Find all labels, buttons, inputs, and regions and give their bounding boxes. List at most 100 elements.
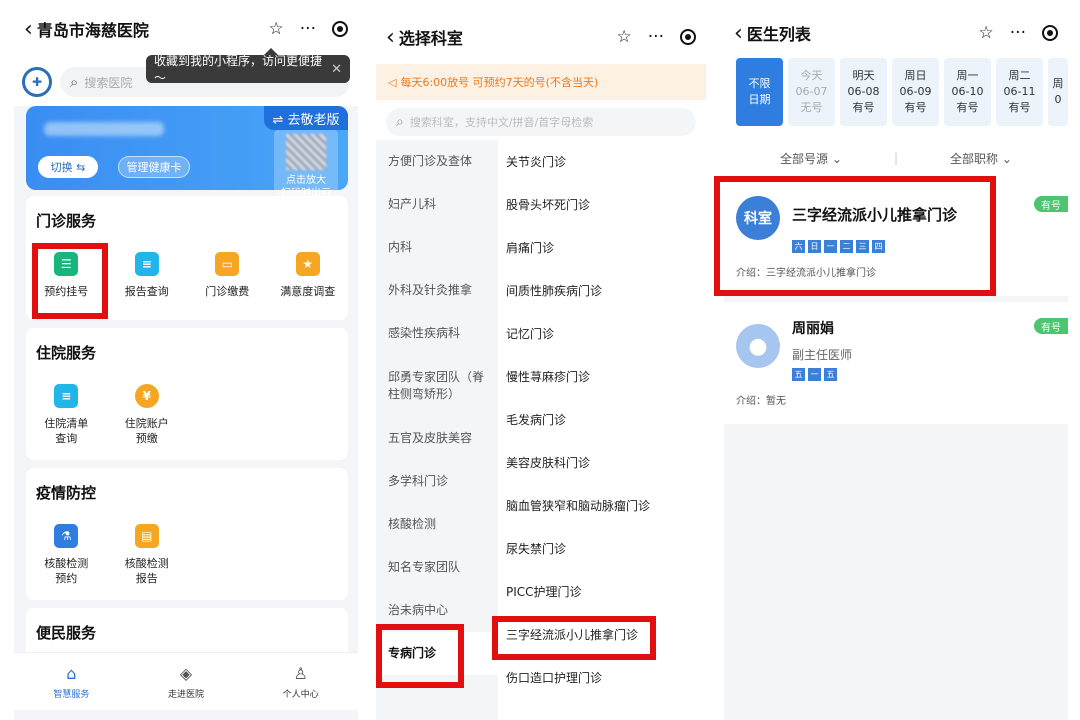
star-icon[interactable]: ☆ — [617, 27, 632, 47]
inpatient-list-button[interactable]: ≡ 住院清单 查询 — [26, 384, 107, 446]
date-line: 周日 — [904, 69, 927, 82]
close-miniprogram-icon[interactable] — [680, 29, 696, 45]
source-filter[interactable]: 全部号源 ⌄ — [780, 150, 842, 167]
section-title: 疫情防控 — [36, 484, 97, 502]
doctor-card[interactable]: 科室 三字经流派小儿推拿门诊 六 日 一 二 三 四 介绍：三字经流派小儿推拿门… — [724, 178, 1068, 302]
favorite-tooltip: 收藏到我的小程序，访问更便捷～ ✕ — [146, 48, 350, 85]
section-title: 便民服务 — [36, 624, 97, 642]
category-item[interactable]: 外科及针灸推拿 — [376, 269, 498, 312]
tooltip-text: 收藏到我的小程序，访问更便捷～ — [154, 54, 323, 85]
bottom-tab-bar: ⌂ 智慧服务 ◈ 走进医院 ♙ 个人中心 — [14, 652, 358, 710]
service-label: 核酸检测 预约 — [44, 557, 89, 585]
date-line: 06-09 — [899, 85, 932, 98]
qr-image — [286, 134, 326, 170]
page-title: 选择科室 — [398, 29, 463, 48]
category-item[interactable]: 知名专家团队 — [376, 546, 498, 589]
service-label: 报告查询 — [124, 285, 169, 298]
clinic-item[interactable]: 伤口造口护理门诊 — [498, 656, 706, 699]
clinic-item[interactable]: 毛发病门诊 — [498, 398, 706, 441]
category-item-selected[interactable]: 专病门诊 — [376, 632, 498, 675]
clinic-item[interactable]: 美容皮肤科门诊 — [498, 441, 706, 484]
tab-label: 智慧服务 — [53, 689, 90, 700]
tab-hospital[interactable]: ◈ 走进医院 — [129, 653, 244, 710]
doctor-intro: 介绍：三字经流派小儿推拿门诊 — [736, 268, 876, 279]
star-icon[interactable]: ☆ — [269, 19, 284, 39]
date-item[interactable]: 今天 06-07 无号 — [788, 58, 835, 126]
clinic-item-selected[interactable]: 三字经流派小儿推拿门诊 — [498, 613, 706, 656]
day-badge: 一 — [824, 240, 837, 253]
category-item[interactable]: 内科 — [376, 226, 498, 269]
category-item[interactable]: 感染性疾病科 — [376, 312, 498, 355]
doctor-card[interactable]: ● 周丽娟 副主任医师 五 一 五 介绍：暂无 有号 — [724, 306, 1068, 424]
elder-version-button[interactable]: ⇌ 去敬老版 — [264, 106, 348, 130]
department-search-input[interactable]: ⌕ 搜索科室，支持中文/拼音/首字母检索 — [386, 108, 696, 136]
header: ‹ 医生列表 ☆ ··· — [724, 4, 1068, 62]
day-badge: 五 — [824, 368, 837, 381]
date-item-partial[interactable]: 周0 — [1048, 58, 1068, 126]
date-any[interactable]: 不限 日期 — [736, 58, 783, 126]
star-icon[interactable]: ☆ — [979, 23, 994, 43]
nucleic-appointment-button[interactable]: ⚗ 核酸检测 预约 — [26, 524, 107, 586]
user-icon: ♙ — [293, 663, 308, 683]
clinic-item[interactable]: 尿失禁门诊 — [498, 527, 706, 570]
date-item[interactable]: 周一 06-10 有号 — [944, 58, 991, 126]
clinic-item[interactable]: 脑血管狭窄和脑动脉瘤门诊 — [498, 484, 706, 527]
manage-card-button[interactable]: 管理健康卡 — [118, 156, 190, 178]
back-icon[interactable]: ‹ — [734, 21, 743, 46]
date-item[interactable]: 周日 06-09 有号 — [892, 58, 939, 126]
outpatient-payment-button[interactable]: ▭ 门诊缴费 — [187, 252, 268, 299]
day-badge: 三 — [856, 240, 869, 253]
clinic-item[interactable]: 间质性肺疾病门诊 — [498, 269, 706, 312]
category-item[interactable]: 方便门诊及查体 — [376, 140, 498, 183]
inpatient-section: 住院服务 ≡ 住院清单 查询 ¥ 住院账户 预缴 — [26, 328, 348, 460]
clinic-item[interactable]: 记忆门诊 — [498, 312, 706, 355]
service-label: 核酸检测 报告 — [124, 557, 169, 585]
switch-card-button[interactable]: 切换 ⇆ — [38, 156, 98, 178]
title-filter[interactable]: 全部职称 ⌄ — [950, 150, 1012, 167]
page-title: 青岛市海慈医院 — [36, 21, 149, 40]
day-badge: 四 — [872, 240, 885, 253]
date-item[interactable]: 周二 06-11 有号 — [996, 58, 1043, 126]
close-icon[interactable]: ✕ — [331, 62, 342, 77]
section-title: 门诊服务 — [36, 212, 97, 230]
date-line: 周一 — [956, 69, 979, 82]
category-item[interactable]: 核酸检测 — [376, 503, 498, 546]
home-icon: ⌂ — [66, 663, 77, 683]
nucleic-report-button[interactable]: ▤ 核酸检测 报告 — [107, 524, 188, 586]
date-status: 无号 — [800, 101, 823, 114]
satisfaction-survey-button[interactable]: ★ 满意度调查 — [268, 252, 349, 299]
category-item[interactable]: 妇产儿科 — [376, 183, 498, 226]
tab-smart-service[interactable]: ⌂ 智慧服务 — [14, 653, 129, 710]
close-miniprogram-icon[interactable] — [332, 21, 348, 37]
back-icon[interactable]: ‹ — [24, 17, 33, 42]
more-icon[interactable]: ··· — [1010, 23, 1026, 43]
clinic-item[interactable]: 肩痛门诊 — [498, 226, 706, 269]
report-query-button[interactable]: ≡ 报告查询 — [107, 252, 188, 299]
category-item[interactable]: 多学科门诊 — [376, 460, 498, 503]
date-selector: 不限 日期 今天 06-07 无号 明天 06-08 有号 周日 06-09 有号 周一 06-… — [736, 58, 1068, 126]
appointment-button[interactable]: ☰ 预约挂号 — [26, 252, 107, 299]
schedule-days: 五 一 五 — [792, 368, 837, 381]
section-title: 住院服务 — [36, 344, 97, 362]
qr-code[interactable]: 点击放大 扫码时出示 — [274, 130, 338, 202]
clinic-item[interactable]: 慢性荨麻疹门诊 — [498, 355, 706, 398]
date-item[interactable]: 明天 06-08 有号 — [840, 58, 887, 126]
clinic-item[interactable]: PICC护理门诊 — [498, 570, 706, 613]
clinic-item[interactable]: 关节炎门诊 — [498, 140, 706, 183]
clinic-item[interactable]: 股骨头坏死门诊 — [498, 183, 706, 226]
doctor-list-panel: ‹ 医生列表 ☆ ··· 不限 日期 今天 06-07 无号 明天 06-08 有号 周日… — [724, 0, 1068, 720]
category-item[interactable]: 邱勇专家团队（脊柱侧弯矫形） — [376, 355, 498, 417]
more-icon[interactable]: ··· — [300, 19, 316, 39]
tab-personal[interactable]: ♙ 个人中心 — [243, 653, 358, 710]
inpatient-deposit-button[interactable]: ¥ 住院账户 预缴 — [107, 384, 188, 446]
category-item[interactable]: 五官及皮肤美容 — [376, 417, 498, 460]
blurred-patient-info — [44, 122, 164, 136]
close-miniprogram-icon[interactable] — [1042, 25, 1058, 41]
tab-label: 个人中心 — [282, 689, 319, 700]
hospital-icon: ◈ — [179, 663, 193, 683]
category-item[interactable]: 治未病中心 — [376, 589, 498, 632]
more-icon[interactable]: ··· — [648, 27, 664, 47]
service-label: 住院账户 预缴 — [124, 417, 169, 445]
back-icon[interactable]: ‹ — [386, 25, 395, 50]
date-line: 06-08 — [847, 85, 880, 98]
